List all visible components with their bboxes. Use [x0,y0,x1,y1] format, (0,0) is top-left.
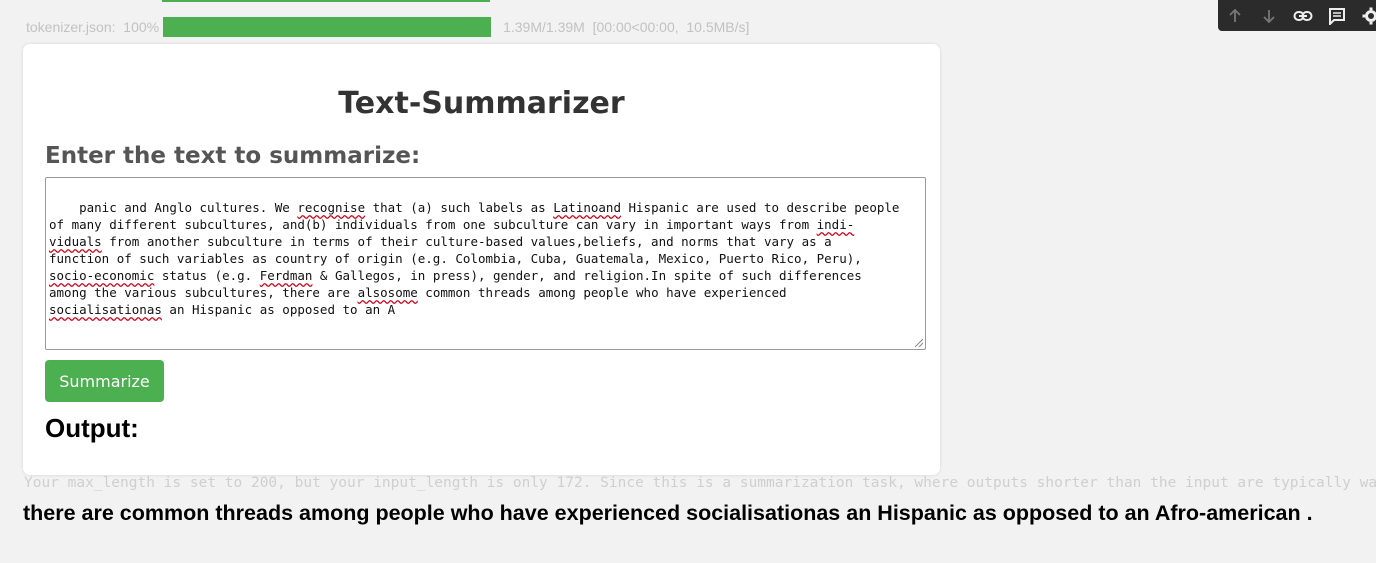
progress-track [163,17,492,37]
misspelled-word: alsosome [357,285,418,300]
misspelled-word: socio-economic [49,268,155,283]
console-warning: Your max_length is set to 200, but your … [24,475,1376,491]
misspelled-word: indi- [816,217,855,232]
summary-output: there are common threads among people wh… [23,501,1313,525]
text-input[interactable]: panic and Anglo cultures. We recognise t… [45,177,926,350]
progress-bar-top-edge [162,0,490,2]
input-text-segment: common threads among people who have exp… [425,285,787,300]
download-progress: tokenizer.json: 100% 1.39M/1.39M [00:00<… [26,17,749,37]
progress-fill [163,17,492,37]
gear-icon[interactable] [1354,0,1376,31]
misspelled-word: socialisationas [49,302,162,317]
misspelled-word: Ferdman [259,268,313,283]
page-title: Text-Summarizer [338,86,625,121]
input-text-segment: from another subculture in terms of thei… [49,234,862,266]
misspelled-word: Latinoand [553,200,621,215]
progress-percent: 100% [123,19,160,35]
progress-filename: tokenizer.json: [26,19,116,35]
input-label: Enter the text to summarize: [45,143,421,169]
progress-timing: [00:00<00:00, 10.5MB/s] [592,19,750,35]
input-text-segment: status (e.g. [154,268,260,283]
input-text-segment: panic and Anglo cultures. We [79,200,298,215]
arrow-up-icon[interactable] [1218,0,1252,31]
misspelled-word: recognise [297,200,366,215]
input-text-segment: an Hispanic as opposed to an A [161,302,396,317]
arrow-down-icon[interactable] [1252,0,1286,31]
misspelled-word: viduals [49,234,102,249]
progress-size: 1.39M/1.39M [503,19,585,35]
cell-toolbar [1218,0,1376,31]
input-text-segment: that (a) such labels as [365,200,554,215]
summarizer-card: Text-Summarizer Enter the text to summar… [23,44,940,475]
link-icon[interactable] [1286,0,1320,31]
summarize-button[interactable]: Summarize [45,360,164,402]
resize-grip-icon[interactable] [913,337,923,347]
comment-icon[interactable] [1320,0,1354,31]
output-label: Output: [45,413,139,443]
